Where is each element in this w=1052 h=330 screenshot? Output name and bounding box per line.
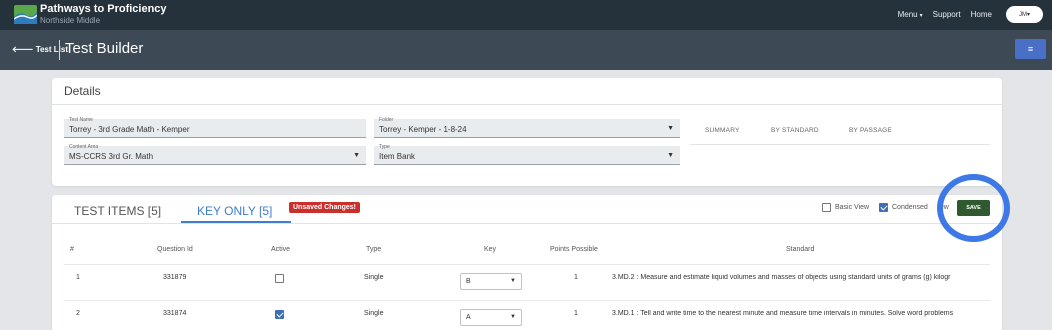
condensed-view-label: Condensed (892, 204, 928, 211)
content-area-select[interactable]: Content Area MS-CCRS 3rd Gr. Math ▼ (64, 144, 366, 165)
hamburger-menu-button[interactable]: ≡ (1015, 39, 1046, 59)
question-id[interactable]: 331874 (163, 310, 186, 317)
tabs-divider (52, 223, 1002, 224)
col-header-type: Type (366, 246, 382, 253)
top-navbar: Pathways to Proficiency Northside Middle… (0, 0, 1052, 30)
row-number: 2 (76, 310, 80, 317)
folder-select[interactable]: Folder Torrey - Kemper - 1-8-24 ▼ (374, 117, 680, 138)
content-area-label: Content Area (69, 144, 99, 150)
caret-down-icon: ▾ (919, 13, 923, 19)
points-possible: 1 (574, 310, 578, 317)
school-name: Northside Middle (40, 16, 101, 25)
caret-down-icon: ▼ (510, 278, 516, 284)
arrow-left-icon: 🡐 (12, 45, 34, 54)
tab-summary[interactable]: SUMMARY (705, 127, 740, 134)
type-label: Type (379, 144, 390, 150)
active-checkbox[interactable] (275, 310, 284, 319)
content-area-value: MS-CCRS 3rd Gr. Math (69, 152, 154, 161)
question-id[interactable]: 331879 (163, 274, 186, 281)
menu-label: Menu (897, 10, 918, 19)
top-nav-links: Menu ▾ Support Home (898, 10, 992, 19)
caret-down-icon: ▼ (510, 314, 516, 320)
details-card: Details Test Name Torrey - 3rd Grade Mat… (52, 78, 1002, 186)
page-title: Test Builder (65, 40, 144, 57)
active-checkbox[interactable] (275, 274, 284, 283)
key-value: B (466, 278, 471, 285)
basic-view-checkbox[interactable] (822, 203, 831, 212)
header-divider (59, 40, 60, 60)
items-card: TEST ITEMS [5] KEY ONLY [5] Unsaved Chan… (52, 195, 1002, 330)
row-divider (64, 300, 990, 301)
user-initials: JM (1018, 11, 1027, 18)
highlight-circle (937, 174, 1010, 242)
points-possible: 1 (574, 274, 578, 281)
type-value: Item Bank (379, 152, 416, 161)
test-name-label: Test Name (69, 117, 93, 123)
col-header-points-possible: Points Possible (550, 246, 598, 253)
basic-view-toggle[interactable]: Basic View (822, 203, 869, 212)
tab-key-only[interactable]: KEY ONLY [5] (197, 204, 272, 218)
key-value: A (466, 314, 471, 321)
tab-test-items[interactable]: TEST ITEMS [5] (74, 204, 161, 218)
basic-view-label: Basic View (835, 204, 870, 211)
tab-by-standard[interactable]: BY STANDARD (771, 127, 819, 134)
col-header-standard: Standard (786, 246, 815, 253)
caret-down-icon: ▼ (667, 125, 674, 132)
menu-dropdown[interactable]: Menu ▾ (898, 10, 923, 19)
folder-value: Torrey - Kemper - 1-8-24 (379, 125, 467, 134)
row-number: 1 (76, 274, 80, 281)
type-select[interactable]: Type Item Bank ▼ (374, 144, 680, 165)
back-label: Test List (35, 45, 68, 54)
user-menu[interactable]: JM ▾ (1006, 6, 1043, 23)
standard-text: 3.MD.1 : Tell and write time to the near… (612, 310, 954, 317)
app-name[interactable]: Pathways to Proficiency (40, 3, 167, 15)
summary-divider (690, 144, 990, 145)
standard-text: 3.MD.2 : Measure and estimate liquid vol… (612, 274, 951, 281)
details-heading: Details (64, 84, 101, 98)
page-header: 🡐 Test List Test Builder ≡ (0, 30, 1052, 70)
caret-down-icon: ▼ (667, 152, 674, 159)
hamburger-icon: ≡ (1027, 44, 1034, 54)
unsaved-changes-badge: Unsaved Changes! (289, 202, 361, 213)
pathways-logo-icon (14, 5, 37, 24)
item-type: Single (364, 274, 384, 281)
folder-label: Folder (379, 117, 394, 123)
caret-down-icon: ▼ (353, 152, 360, 159)
caret-down-icon: ▾ (1026, 12, 1030, 18)
home-link[interactable]: Home (971, 10, 992, 19)
test-name-value: Torrey - 3rd Grade Math - Kemper (69, 125, 190, 134)
col-header-number: # (70, 246, 74, 253)
key-select[interactable]: B ▼ (460, 273, 522, 290)
key-select[interactable]: A ▼ (460, 309, 522, 326)
item-type: Single (364, 310, 384, 317)
header-divider (64, 264, 990, 265)
support-link[interactable]: Support (933, 10, 961, 19)
col-header-question-id: Question Id (157, 246, 193, 253)
condensed-view-checkbox[interactable] (879, 203, 888, 212)
details-divider (52, 104, 1002, 105)
col-header-active: Active (271, 246, 291, 253)
test-name-field[interactable]: Test Name Torrey - 3rd Grade Math - Kemp… (64, 117, 366, 138)
col-header-key: Key (484, 246, 497, 253)
tab-by-passage[interactable]: BY PASSAGE (849, 127, 892, 134)
